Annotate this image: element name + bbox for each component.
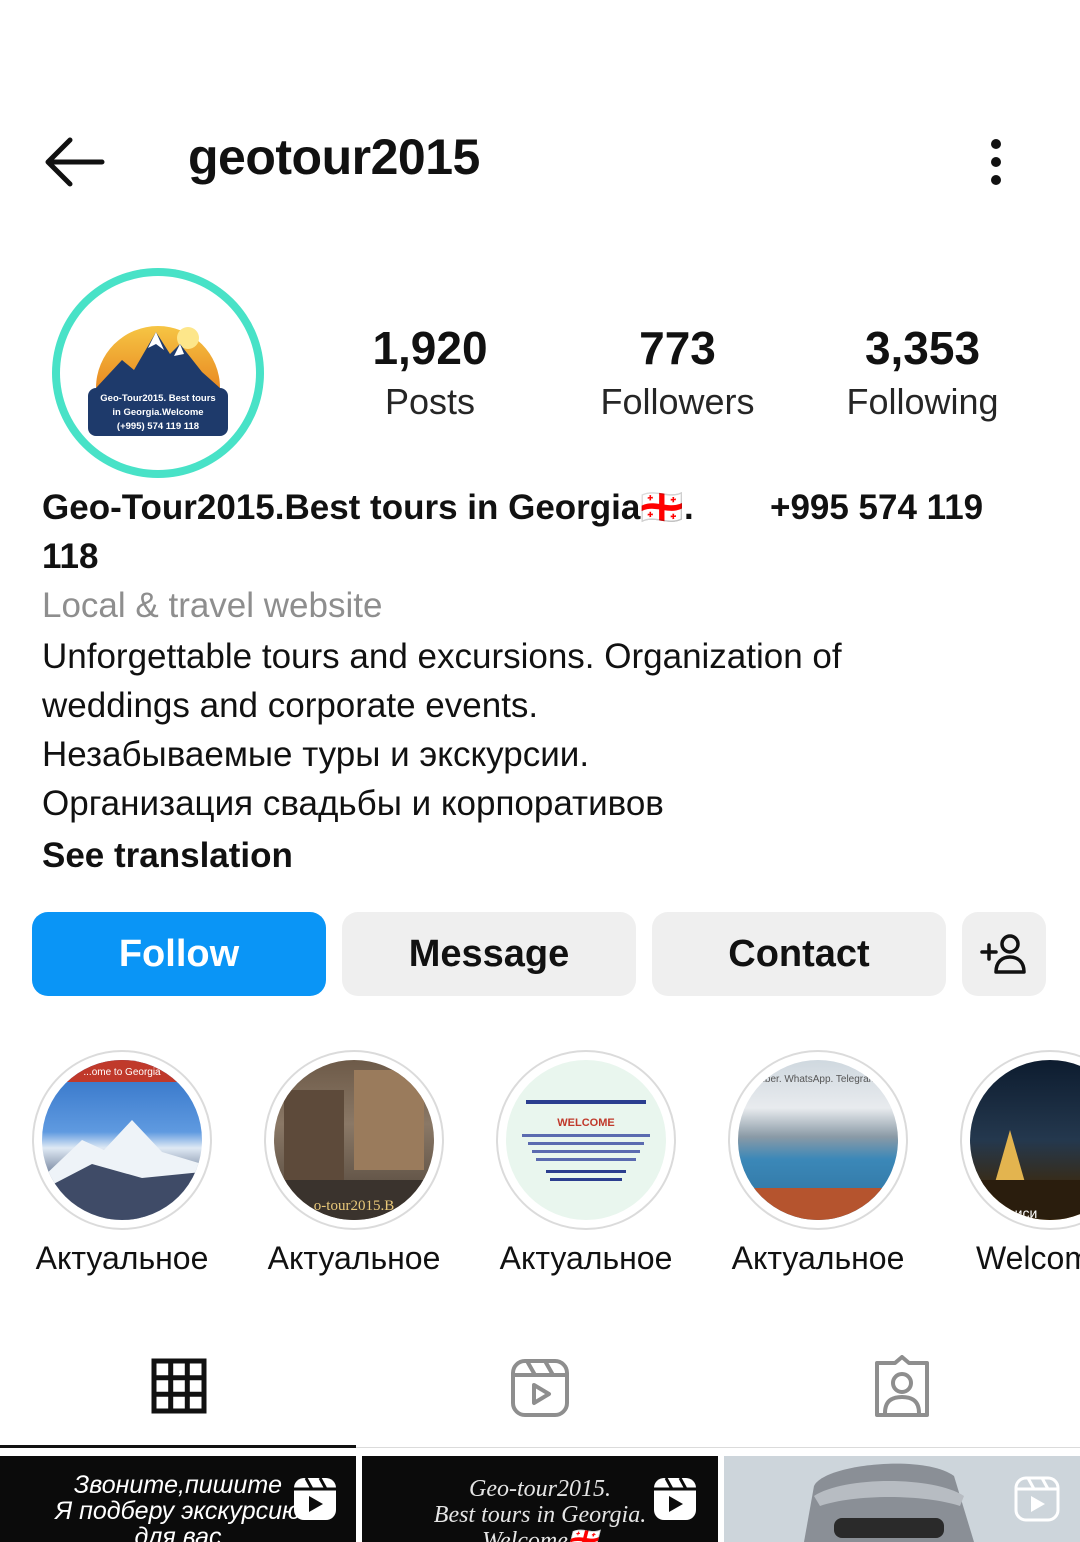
- thumbnail-text: для вас: [134, 1523, 222, 1542]
- highlight-cover-image: ...ome to Georgia: [42, 1060, 202, 1220]
- highlight-caption: Актуальное: [267, 1240, 441, 1276]
- tab-tagged[interactable]: [867, 1355, 937, 1421]
- followers-count: 773: [639, 322, 716, 374]
- active-tab-indicator: [0, 1445, 356, 1448]
- reel-icon: [294, 1477, 336, 1520]
- grid-icon: [151, 1358, 207, 1414]
- profile-username: geotour2015: [188, 129, 480, 185]
- tab-posts-grid[interactable]: [144, 1355, 214, 1421]
- logo-text-2: in Georgia.Welcome: [112, 407, 203, 418]
- bio-line: Незабываемые туры и экскурсии.: [42, 735, 590, 774]
- highlight-overlay-text: Viber. WhatsApp. Telegram.: [756, 1074, 880, 1085]
- more-options-button[interactable]: [972, 132, 1020, 196]
- posts-count: 1,920: [372, 322, 488, 374]
- highlight-caption: Актуальное: [499, 1240, 673, 1276]
- post-thumbnail[interactable]: Звоните,пишите Я подберу экскурсию для в…: [0, 1456, 356, 1542]
- reels-icon: [511, 1359, 569, 1417]
- highlight-cover-image: o-tour2015.B: [274, 1070, 434, 1220]
- stat-posts[interactable]: 1,920 Posts: [350, 320, 510, 428]
- highlight-caption: Актуальное: [35, 1240, 209, 1276]
- logo-image: Geo-Tour2015. Best tours in Georgia.Welc…: [88, 326, 228, 436]
- stat-following[interactable]: 3,353 Following: [830, 320, 1015, 428]
- follow-button[interactable]: Follow: [32, 912, 326, 996]
- bio-phone: +995 574 119: [770, 488, 984, 527]
- following-count: 3,353: [864, 322, 981, 374]
- reel-icon: [1014, 1476, 1060, 1522]
- story-highlight[interactable]: WELCOME Актуальное: [496, 1050, 676, 1276]
- followers-label: Followers: [600, 381, 755, 422]
- logo-text-3: (+995) 574 119 118: [117, 421, 199, 432]
- suggested-users-button[interactable]: [962, 912, 1046, 996]
- bio-line: Организация свадьбы и корпоративов: [42, 784, 664, 823]
- posts-label: Posts: [384, 381, 476, 422]
- highlight-cover-image: WELCOME: [522, 1100, 650, 1181]
- story-highlight[interactable]: o-tour2015.B Актуальное: [264, 1050, 444, 1276]
- highlight-overlay-text: ...ome to Georgia: [83, 1067, 161, 1078]
- back-button[interactable]: [40, 130, 110, 194]
- highlight-caption: Welcom: [976, 1240, 1080, 1276]
- stat-followers[interactable]: 773 Followers: [580, 320, 775, 428]
- logo-text-1: Geo-Tour2015. Best tours: [100, 393, 215, 404]
- bio-display-name-cont: 118: [42, 537, 99, 576]
- highlight-caption: Актуальное: [731, 1240, 905, 1276]
- tab-reels[interactable]: [505, 1355, 575, 1421]
- post-thumbnail[interactable]: Geo-tour2015. Best tours in Georgia. Wel…: [362, 1456, 718, 1542]
- post-thumbnail[interactable]: [724, 1456, 1080, 1542]
- story-highlight[interactable]: Viber. WhatsApp. Telegram. Актуальное: [728, 1050, 908, 1276]
- story-highlight[interactable]: ...ome to Georgia Актуальное: [32, 1050, 212, 1276]
- story-highlight[interactable]: иси Welcom: [960, 1050, 1080, 1276]
- highlight-overlay-text: иси: [1015, 1205, 1038, 1220]
- following-label: Following: [846, 381, 999, 422]
- bio-category: Local & travel website: [42, 586, 383, 625]
- highlight-cover-image: Viber. WhatsApp. Telegram.: [738, 1074, 898, 1220]
- highlight-cover-image: иси: [970, 1130, 1080, 1220]
- see-translation-link[interactable]: See translation: [42, 832, 293, 880]
- back-arrow-icon: [45, 137, 105, 187]
- tagged-person-icon: [875, 1355, 929, 1417]
- profile-avatar[interactable]: Geo-Tour2015. Best tours in Georgia.Welc…: [52, 268, 264, 478]
- more-vertical-icon: [991, 139, 1001, 185]
- reel-icon: [654, 1477, 696, 1520]
- bio-display-name: Geo-Tour2015.Best tours in Georgia🇬🇪.: [42, 488, 694, 527]
- thumbnail-text: Welcome🇬🇪: [482, 1528, 598, 1542]
- contact-button[interactable]: Contact: [652, 912, 946, 996]
- message-button[interactable]: Message: [342, 912, 636, 996]
- add-person-icon: [980, 934, 1026, 974]
- bio-line: Unforgettable tours and excursions. Orga…: [42, 637, 842, 676]
- highlight-overlay-text: o-tour2015.B: [314, 1198, 394, 1214]
- highlight-overlay-text: WELCOME: [557, 1117, 614, 1129]
- bio-line: weddings and corporate events.: [42, 686, 539, 725]
